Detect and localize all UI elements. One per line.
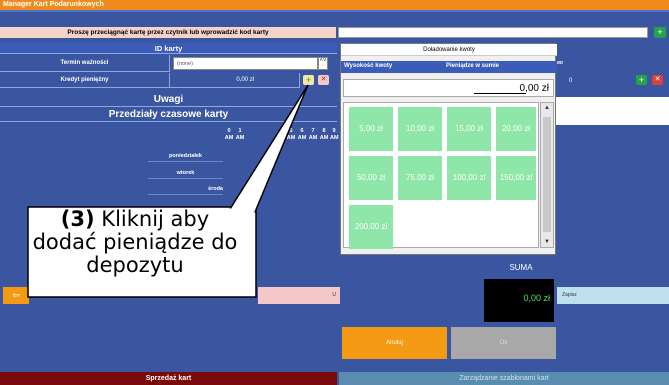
card-id-header: ID karty (0, 43, 337, 54)
tile-amount[interactable]: 75,00 zł (398, 156, 442, 200)
money-column-label: Pieniądze w sumie (446, 63, 500, 69)
window-title: Manager Kart Podarunkowych (3, 1, 104, 8)
day-row-tuesday: wtorek (148, 168, 223, 179)
window-titlebar: Manager Kart Podarunkowych (0, 0, 669, 10)
top-up-columns: Wysokość kwoty Pieniądze w sumie (341, 61, 557, 73)
tile-amount[interactable]: 20,00 zł (496, 107, 536, 151)
tile-amount[interactable]: 15,00 zł (447, 107, 491, 151)
tile-amount[interactable]: 150,00 zł (496, 156, 536, 200)
cancel-button[interactable]: Anuluj (342, 327, 447, 359)
card-code-input[interactable] (338, 27, 648, 38)
amount-underline (474, 93, 526, 94)
sum-label: SUMA (509, 263, 533, 272)
scroll-thumb[interactable] (543, 117, 551, 232)
hour-9: 9 AM (330, 128, 339, 141)
card-prompt: Proszę przeciągnąć kartę przez czytnik l… (0, 27, 336, 38)
top-up-title: Doładowanie kwoty (341, 44, 557, 56)
hour-7: 7 AM (308, 128, 318, 141)
card-confirm-button[interactable]: + (654, 27, 666, 38)
amount-value: 0,00 zł (519, 83, 549, 94)
cancel-label: Anuluj (386, 340, 403, 346)
credit-label: Kredyt pieniężny (0, 73, 170, 88)
card-sale-button[interactable]: Sprzedaż kart (0, 372, 337, 385)
notes-field-right[interactable] (556, 97, 669, 125)
tile-amount[interactable]: 5,00 zł (349, 107, 393, 151)
right-value: 0 (569, 78, 573, 84)
card-templates-button[interactable]: Zarządzanie szablonami kart (339, 372, 669, 385)
tile-amount[interactable]: 50,00 zł (349, 156, 393, 200)
notes-header: Uwagi (0, 93, 337, 107)
hour-6: 6 AM (297, 128, 307, 141)
remove-money-button[interactable]: ✕ (318, 75, 329, 85)
scroll-up-icon[interactable]: ▲ (541, 103, 553, 113)
ok-label: Ok (499, 340, 508, 346)
expiry-label: Termin ważności (0, 55, 170, 72)
tile-amount[interactable]: 10,00 zł (398, 107, 442, 151)
amount-column-label: Wysokość kwoty (344, 63, 393, 69)
time-ranges-header: Przedziały czasowe karty (0, 108, 337, 122)
amount-field[interactable]: 0,00 zł (343, 79, 554, 97)
scroll-down-icon[interactable]: ▼ (541, 237, 553, 247)
credit-value: 0,00 zł (170, 73, 300, 88)
amount-tiles: 5,00 zł 10,00 zł 15,00 zł 20,00 zł 50,00… (343, 102, 539, 249)
pink-action-button[interactable]: U (258, 287, 340, 304)
hour-8: 8 AM (319, 128, 329, 141)
top-up-dialog: Doładowanie kwoty Wysokość kwoty Pieniąd… (340, 43, 557, 255)
tiles-scrollbar[interactable]: ▲ ▼ (540, 102, 554, 248)
hour-1: 1 AM (235, 128, 245, 141)
expiry-select[interactable]: (none) (173, 57, 318, 70)
expiry-spinner[interactable]: ˄˅ (318, 57, 328, 70)
sum-display: 0,00 zł (484, 279, 554, 322)
callout-step: (3) (60, 207, 95, 231)
back-button[interactable]: ⇦ (3, 287, 29, 304)
hour-0: 0 AM (224, 128, 234, 141)
right-add-button[interactable]: + (636, 75, 647, 85)
right-remove-button[interactable]: ✕ (652, 75, 663, 85)
ok-button[interactable]: Ok (451, 327, 556, 359)
add-money-button[interactable]: + (303, 75, 314, 85)
callout-text: (3) Kliknij aby dodać pieniądze do depoz… (32, 208, 238, 277)
tile-amount[interactable]: 200,00 zł (349, 205, 393, 249)
day-row-monday: poniedziałek (148, 151, 223, 162)
title-edge (0, 10, 669, 12)
day-row-wednesday: środa (148, 184, 223, 195)
save-button[interactable]: Zapisz (557, 287, 669, 304)
tile-amount[interactable]: 100,00 zł (447, 156, 491, 200)
right-header-partial: wo (556, 55, 669, 72)
hour-5: 5 AM (286, 128, 296, 141)
